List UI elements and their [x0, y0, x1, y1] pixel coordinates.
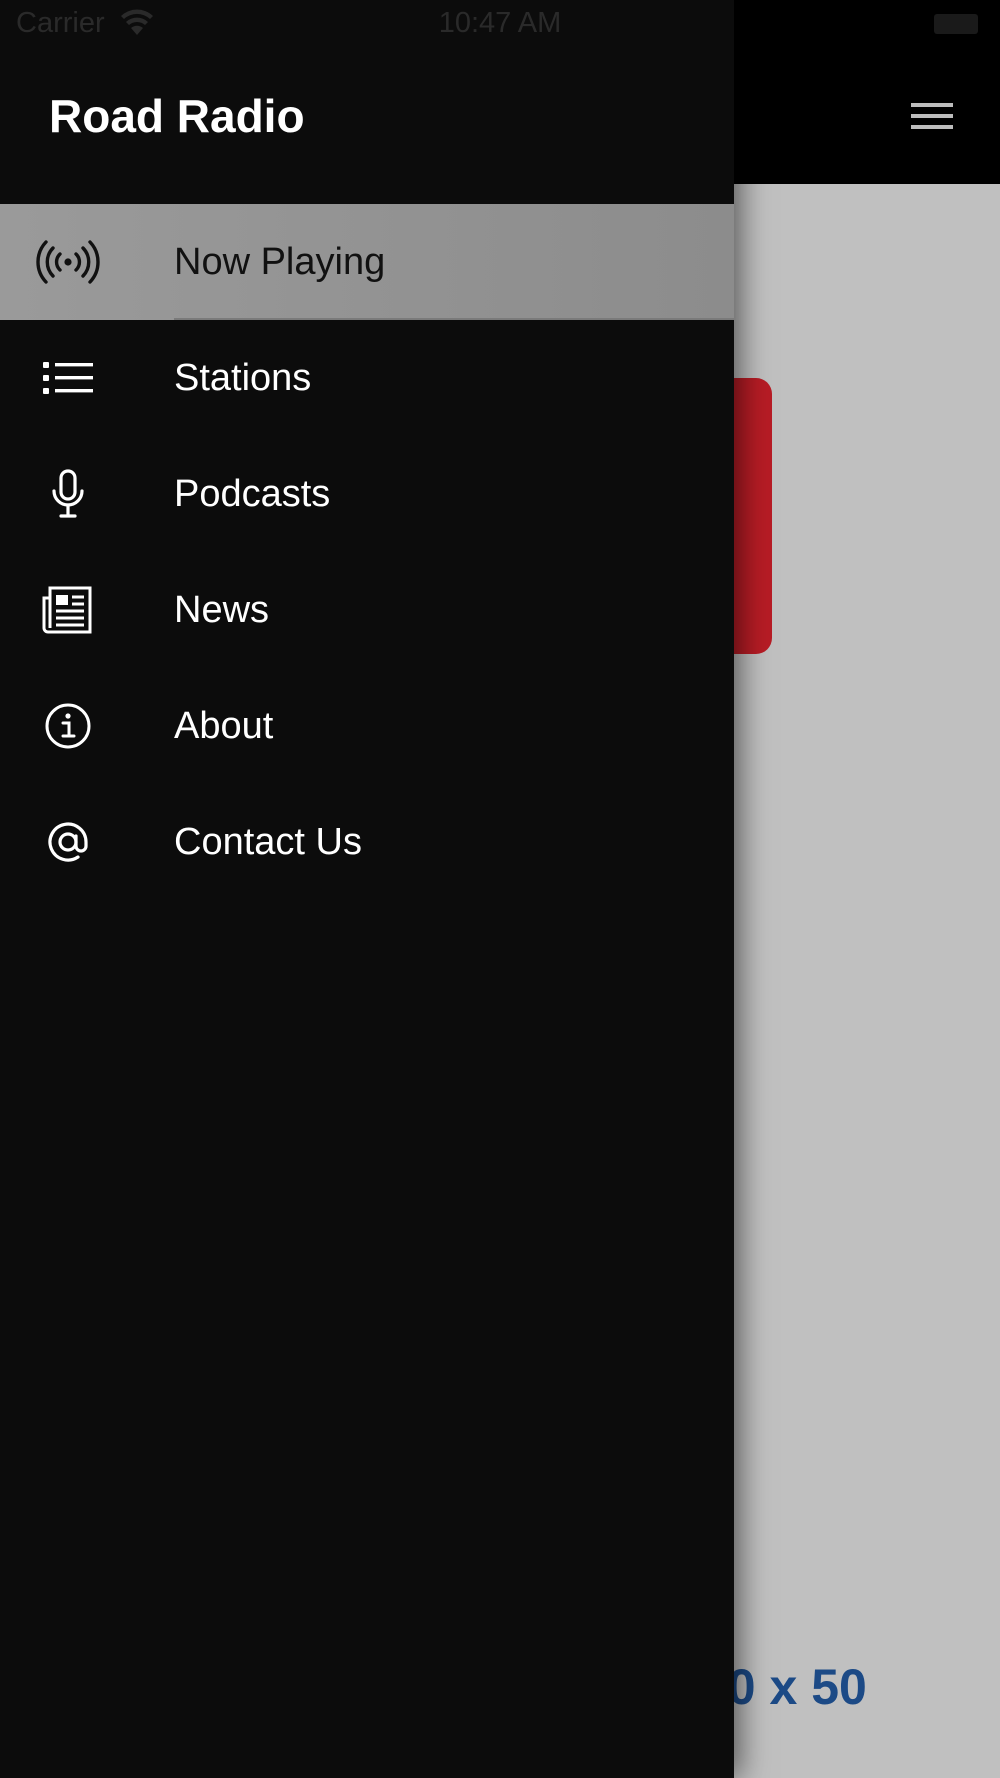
menu-label-news: News: [174, 589, 270, 631]
menu-label-podcasts: Podcasts: [174, 473, 331, 515]
list-icon: [36, 348, 100, 408]
battery-icon: [934, 14, 978, 34]
at-icon: [36, 812, 100, 872]
newspaper-icon: [36, 580, 100, 640]
clock-label: 10:47 AM: [438, 7, 562, 39]
navigation-drawer: Road Radio Now Playing Stations Podcasts…: [0, 0, 734, 1778]
menu-label-about: About: [174, 705, 274, 747]
app-title: Road Radio: [49, 90, 305, 142]
status-bar: Carrier 10:47 AM: [0, 0, 1000, 50]
menu-item-news[interactable]: News: [0, 552, 734, 668]
menu-item-stations[interactable]: Stations: [0, 320, 734, 436]
broadcast-icon: [36, 232, 100, 292]
menu-label-contact-us: Contact Us: [174, 821, 362, 863]
menu-item-about[interactable]: About: [0, 668, 734, 784]
hamburger-menu-button[interactable]: [896, 94, 968, 138]
hamburger-icon: [911, 103, 953, 129]
info-icon: [36, 696, 100, 756]
menu-item-now-playing[interactable]: Now Playing: [0, 204, 734, 320]
microphone-icon: [36, 464, 100, 524]
menu-item-contact-us[interactable]: Contact Us: [0, 784, 734, 900]
menu-item-podcasts[interactable]: Podcasts: [0, 436, 734, 552]
drawer-menu: Now Playing Stations Podcasts News About…: [0, 204, 734, 900]
menu-label-now-playing: Now Playing: [174, 241, 386, 283]
menu-label-stations: Stations: [174, 357, 312, 399]
